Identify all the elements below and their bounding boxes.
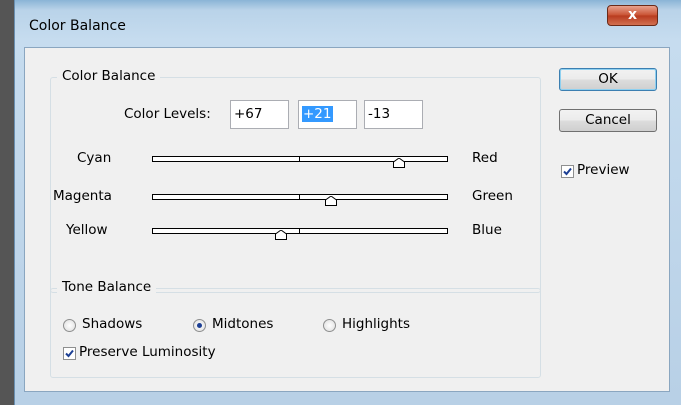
- level-field-cyan-red[interactable]: +67: [230, 100, 289, 129]
- slider-cyan-label: Cyan: [77, 150, 112, 166]
- slider-yellow-label: Yellow: [66, 222, 108, 238]
- check-icon: [563, 167, 572, 176]
- slider-magenta-label: Magenta: [53, 188, 112, 204]
- slider-blue-label: Blue: [472, 222, 502, 238]
- slider-green-label: Green: [472, 188, 513, 204]
- slider-cyan-red-thumb[interactable]: [393, 158, 406, 168]
- color-balance-group: Color Balance Color Levels: +67 +21 -13 …: [50, 68, 541, 293]
- background-left: [0, 0, 14, 405]
- slider-yellow-blue-thumb[interactable]: [274, 230, 287, 240]
- preserve-luminosity-label[interactable]: Preserve Luminosity: [79, 344, 216, 360]
- dialog-body: Color Balance Color Levels: +67 +21 -13 …: [24, 47, 670, 392]
- check-icon: [65, 349, 74, 358]
- radio-midtones[interactable]: [193, 319, 206, 332]
- radio-highlights[interactable]: [323, 319, 336, 332]
- color-levels-label: Color Levels:: [124, 106, 211, 122]
- radio-selected-dot: [197, 323, 202, 328]
- slider-magenta-green-thumb[interactable]: [325, 196, 338, 206]
- radio-shadows[interactable]: [63, 319, 76, 332]
- preview-label[interactable]: Preview: [577, 162, 630, 178]
- preview-checkbox[interactable]: [561, 165, 574, 178]
- level-field-yellow-blue[interactable]: -13: [364, 100, 423, 129]
- radio-shadows-label[interactable]: Shadows: [82, 316, 142, 332]
- tone-balance-group-label: Tone Balance: [57, 279, 157, 295]
- radio-highlights-label[interactable]: Highlights: [342, 316, 410, 332]
- preserve-luminosity-checkbox[interactable]: [63, 347, 76, 360]
- level-field-magenta-green[interactable]: +21: [298, 100, 357, 129]
- ok-button[interactable]: OK: [559, 68, 657, 91]
- dialog-title: Color Balance: [29, 18, 126, 34]
- slider-red-label: Red: [472, 150, 498, 166]
- selected-text: +21: [302, 106, 333, 122]
- slider-yellow-blue[interactable]: [152, 228, 448, 234]
- radio-midtones-label[interactable]: Midtones: [212, 316, 273, 332]
- cancel-button[interactable]: Cancel: [559, 109, 657, 132]
- color-balance-dialog: Color Balance x Color Balance Color Leve…: [14, 0, 681, 405]
- color-balance-group-label: Color Balance: [57, 68, 161, 84]
- close-button[interactable]: x: [607, 5, 658, 26]
- close-icon: x: [627, 7, 638, 23]
- tone-balance-group: Tone Balance Shadows Midtones Highlights…: [50, 279, 541, 378]
- slider-magenta-green[interactable]: [152, 194, 448, 200]
